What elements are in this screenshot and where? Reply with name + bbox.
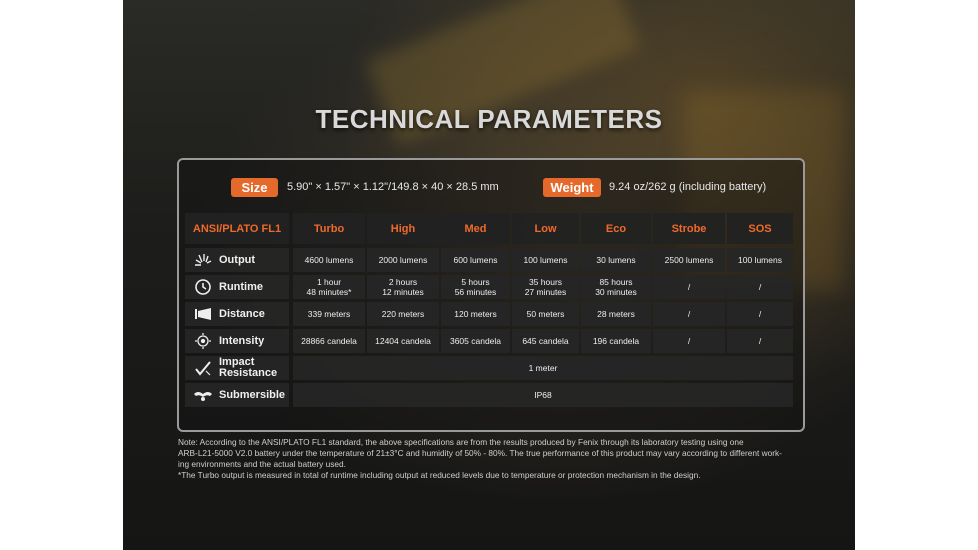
intensity-target-icon xyxy=(193,332,213,350)
table-cell: 339 meters xyxy=(293,302,365,326)
row-label-text: Impact Resistance xyxy=(219,356,278,379)
column-header-turbo: Turbo xyxy=(293,213,365,244)
clock-icon xyxy=(193,278,213,296)
note-line: Note: According to the ANSI/PLATO FL1 st… xyxy=(178,437,744,447)
table-cell: 4600 lumens xyxy=(293,248,365,272)
table-cell: 28866 candela xyxy=(293,329,365,353)
waterproof-icon xyxy=(193,386,213,404)
table-cell: 85 hours 30 minutes xyxy=(581,275,651,299)
table-cell: 100 lumens xyxy=(512,248,579,272)
row-label: Output xyxy=(185,248,289,272)
row-label: Impact Resistance xyxy=(185,356,289,380)
size-value: 5.90" × 1.57" × 1.12"/149.8 × 40 × 28.5 … xyxy=(287,181,499,193)
row-label-text: Distance xyxy=(219,307,265,320)
note-line: *The Turbo output is measured in total o… xyxy=(178,470,701,480)
row-label: Distance xyxy=(185,302,289,326)
column-header-high: High xyxy=(367,213,439,244)
column-header-low: Low xyxy=(512,213,579,244)
row-label: Submersible xyxy=(185,383,289,407)
row-label-text: Runtime xyxy=(219,280,263,293)
spec-panel: TECHNICAL PARAMETERS Size 5.90" × 1.57" … xyxy=(123,0,855,550)
table-cell: / xyxy=(727,275,793,299)
table-cell: 220 meters xyxy=(367,302,439,326)
impact-check-icon xyxy=(193,359,213,377)
weight-tag: Weight xyxy=(543,178,601,197)
table-cell: 2000 lumens xyxy=(367,248,439,272)
table-corner-header: ANSI/PLATO FL1 xyxy=(185,213,289,244)
note-line: ARB-L21-5000 V2.0 battery under the temp… xyxy=(178,448,782,458)
beam-distance-icon xyxy=(193,305,213,323)
table-cell: 12404 candela xyxy=(367,329,439,353)
table-cell: 120 meters xyxy=(441,302,510,326)
table-cell: 35 hours 27 minutes xyxy=(512,275,579,299)
table-cell: 30 lumens xyxy=(581,248,651,272)
row-label: Runtime xyxy=(185,275,289,299)
table-cell: / xyxy=(653,275,725,299)
table-cell: 100 lumens xyxy=(727,248,793,272)
column-header-eco: Eco xyxy=(581,213,651,244)
table-cell: 50 meters xyxy=(512,302,579,326)
table-cell: / xyxy=(653,302,725,326)
table-cell: / xyxy=(727,329,793,353)
row-label-text: Intensity xyxy=(219,334,265,347)
column-header-sos: SOS xyxy=(727,213,793,244)
row-label-text: Output xyxy=(219,253,256,266)
page-title: TECHNICAL PARAMETERS xyxy=(315,104,663,134)
table-cell: 196 candela xyxy=(581,329,651,353)
row-label: Intensity xyxy=(185,329,289,353)
table-cell: 5 hours 56 minutes xyxy=(441,275,510,299)
table-cell: 2500 lumens xyxy=(653,248,725,272)
table-cell: / xyxy=(727,302,793,326)
table-cell: 1 hour 48 minutes* xyxy=(293,275,365,299)
table-cell: 645 candela xyxy=(512,329,579,353)
note-line: ing environments and the actual battery … xyxy=(178,459,346,469)
weight-value: 9.24 oz/262 g (including battery) xyxy=(609,181,767,193)
table-cell: IP68 xyxy=(293,383,793,407)
table-cell: 28 meters xyxy=(581,302,651,326)
size-tag: Size xyxy=(231,178,278,197)
column-header-med: Med xyxy=(441,213,510,244)
table-cell: 3605 candela xyxy=(441,329,510,353)
light-burst-icon xyxy=(193,251,213,269)
table-cell: 600 lumens xyxy=(441,248,510,272)
table-cell: 1 meter xyxy=(293,356,793,380)
table-cell: 2 hours 12 minutes xyxy=(367,275,439,299)
table-cell: / xyxy=(653,329,725,353)
column-header-strobe: Strobe xyxy=(653,213,725,244)
row-label-text: Submersible xyxy=(219,388,286,401)
